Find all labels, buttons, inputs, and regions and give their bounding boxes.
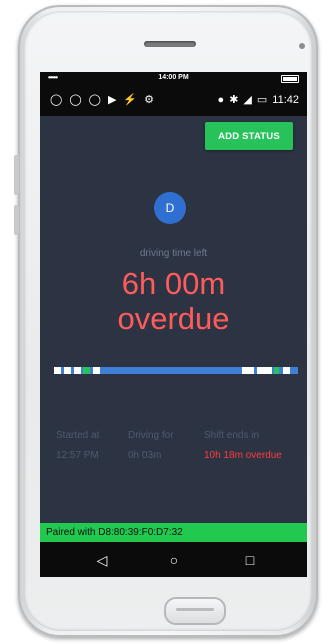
volume-button [14,155,19,195]
driver-avatar[interactable]: D [154,192,186,224]
plug-icon: ⚡ [123,94,138,106]
driving-for-value: 0h 03m [128,450,162,461]
home-icon[interactable]: ○ [164,550,184,570]
bulb-icon: ◯ [69,94,82,106]
recent-apps-icon[interactable]: □ [240,550,260,570]
status-clock: 11:42 [272,94,299,106]
shift-ends-column: Shift ends in 10h 18m overdue [204,430,282,461]
add-status-button[interactable]: ADD STATUS [205,122,293,150]
duty-timeline [54,367,298,374]
timeline-segment [74,367,81,374]
bulb-icon: ◯ [50,94,63,106]
android-icon: ⚙ [144,94,154,106]
video-icon: ▶ [107,94,117,106]
driving-time-label: driving time left [139,248,208,259]
sim-icon: ▭ [256,94,268,106]
hardware-home-button[interactable] [164,597,226,625]
timeline-segment [64,367,71,374]
driving-for-column: Driving for 0h 03m [128,430,174,461]
android-status-bar: ◯ ◯ ◯ ▶ ⚡ ⚙ ● ✱ ◢ ▭ 11:42 [40,84,307,116]
cell-signal-icon: ◢ [243,94,252,106]
timeline-segment [283,367,290,374]
timeline-segment [83,367,90,374]
timeline-segment [242,367,254,374]
battery-icon [281,75,299,83]
device-status-bar: ••••• 14:00 PM [40,72,307,84]
started-at-value: 12:57 PM [56,450,99,461]
started-at-label: Started at [56,430,100,441]
back-icon[interactable]: ◁ [92,550,112,570]
timeline-segment [54,367,61,374]
android-nav-bar: ◁ ○ □ [40,542,307,577]
app-screen: ••••• 14:00 PM ◯ ◯ ◯ ▶ ⚡ ⚙ ● ✱ ◢ ▭ 11:42… [40,72,307,577]
driving-time-value: 6h 00m [121,266,226,301]
driving-time-status: overdue [117,301,230,336]
earpiece-speaker [144,41,196,47]
shift-ends-label: Shift ends in [204,430,260,441]
started-at-column: Started at 12:57 PM [56,430,99,461]
device-time: 14:00 PM [158,74,189,81]
bulb-icon: ◯ [88,94,101,106]
paired-device-banner: Paired with D8:80:39:F0:D7:32 [40,523,307,542]
timeline-segment [257,367,272,374]
timeline-segment [93,367,100,374]
driving-for-label: Driving for [128,430,174,441]
location-icon: ● [217,94,225,106]
power-button [14,205,19,235]
timeline-segment [274,367,279,374]
shift-ends-value: 10h 18m overdue [204,450,282,461]
system-icons: ● ✱ ◢ ▭ 11:42 [218,93,299,107]
bluetooth-icon: ✱ [229,94,239,106]
front-camera [299,43,305,49]
notification-icons: ◯ ◯ ◯ ▶ ⚡ ⚙ [50,93,154,107]
